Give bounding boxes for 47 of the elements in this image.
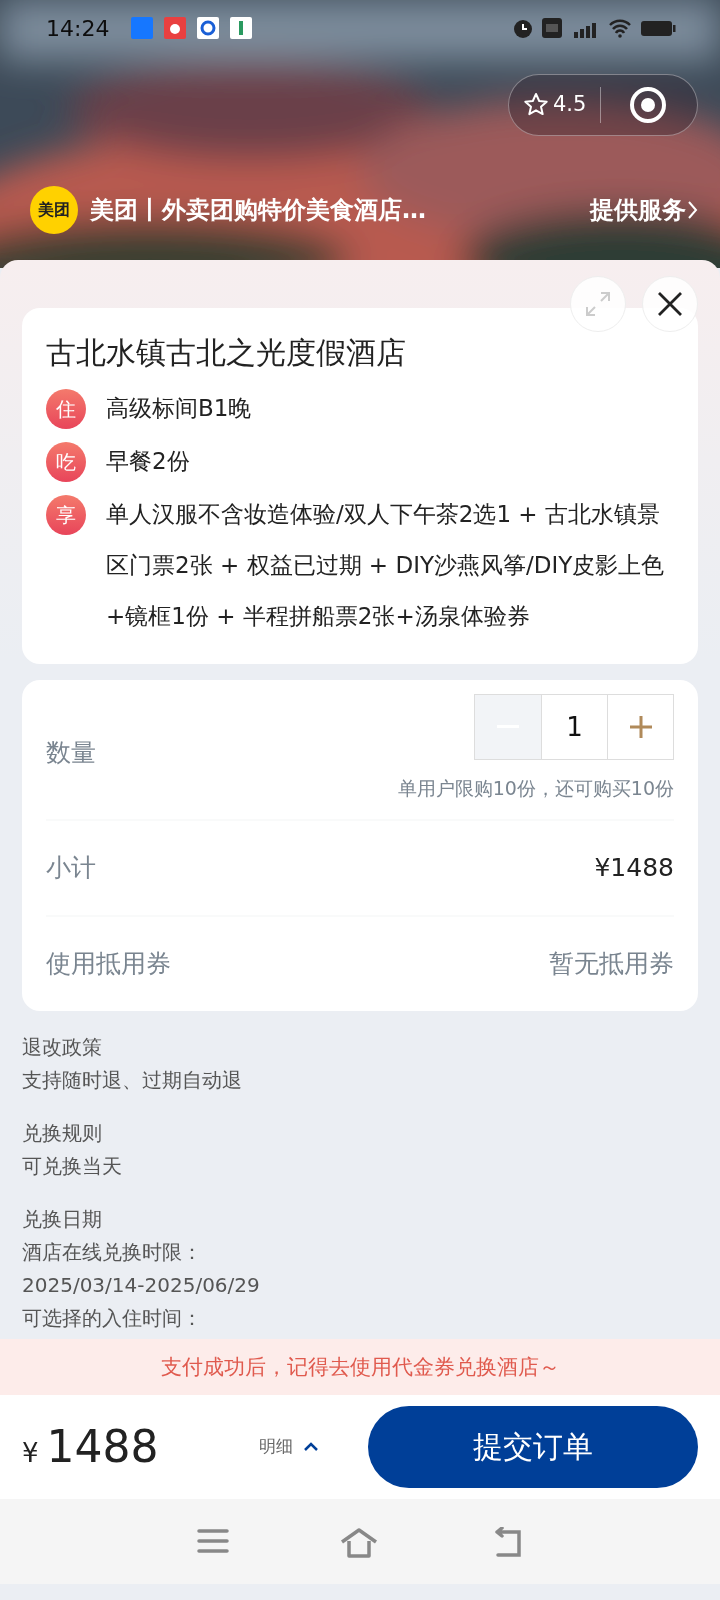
coupon-value[interactable]: 暂无抵用券 <box>549 944 674 983</box>
plus-icon <box>628 715 653 739</box>
currency-symbol: ¥ <box>22 1436 39 1470</box>
menu-icon[interactable] <box>197 1526 229 1555</box>
category-tag: 享 <box>46 495 86 535</box>
app-notification-icon <box>164 17 187 39</box>
policy-text: 可兑换当天 <box>22 1152 123 1180</box>
policy-title: 兑换规则 <box>22 1119 103 1147</box>
rating-value: 4.5 <box>553 91 587 119</box>
quantity-label: 数量 <box>46 737 96 769</box>
submit-order-button[interactable]: 提交订单 <box>368 1405 698 1488</box>
chevron-right-icon <box>686 199 698 221</box>
policy-text: 酒店在线兑换时限： <box>22 1238 203 1266</box>
expand-icon <box>583 289 613 319</box>
mini-program-name: 美团丨外卖团购特价美食酒店… <box>90 195 427 226</box>
policy-title: 兑换日期 <box>22 1205 103 1233</box>
wifi-icon <box>608 18 632 38</box>
star-icon <box>523 92 549 118</box>
coupon-label: 使用抵用券 <box>46 947 171 980</box>
status-time: 14:24 <box>46 14 110 43</box>
total-price: 1488 <box>46 1419 159 1474</box>
chevron-up-icon <box>302 1441 319 1452</box>
package-item: 高级标间B1晚 <box>106 394 252 423</box>
home-icon[interactable] <box>339 1526 379 1559</box>
policy-text: 可选择的入住时间： <box>22 1304 203 1332</box>
details-link[interactable]: 明细 <box>258 1433 319 1460</box>
hd-icon <box>542 18 562 38</box>
app-notification-icon <box>131 17 154 39</box>
service-link[interactable]: 提供服务 <box>590 192 698 228</box>
subtotal-amount: ¥1488 <box>594 851 674 884</box>
notice-banner: 支付成功后，记得去使用代金券兑换酒店～ <box>0 1338 720 1395</box>
category-tag: 住 <box>46 389 86 429</box>
category-tag: 吃 <box>46 442 86 482</box>
purchase-limit-note: 单用户限购10份，还可购买10份 <box>397 776 674 801</box>
app-notification-icon <box>197 17 220 39</box>
package-item: 单人汉服不含妆造体验/双人下午茶2选1 + 古北水镇景区门票2张 + 权益已过期 + DIY沙燕风筝/DIY皮影上色+镜框1份 + 半程拼船票2张+汤泉体验券 <box>106 500 666 631</box>
policy-title: 退改政策 <box>22 1033 103 1061</box>
policy-text: 支持随时退、过期自动退 <box>22 1066 243 1094</box>
hotel-name: 古北水镇古北之光度假酒店 <box>46 334 407 372</box>
subtotal-label: 小计 <box>46 851 96 884</box>
alarm-icon <box>512 17 534 39</box>
battery-icon <box>640 18 676 38</box>
close-icon <box>656 290 684 318</box>
target-icon[interactable] <box>629 86 668 124</box>
policy-text: 2025/03/14-2025/06/29 <box>22 1271 261 1299</box>
package-item: 早餐2份 <box>106 447 190 476</box>
app-notification-icon <box>230 17 253 39</box>
